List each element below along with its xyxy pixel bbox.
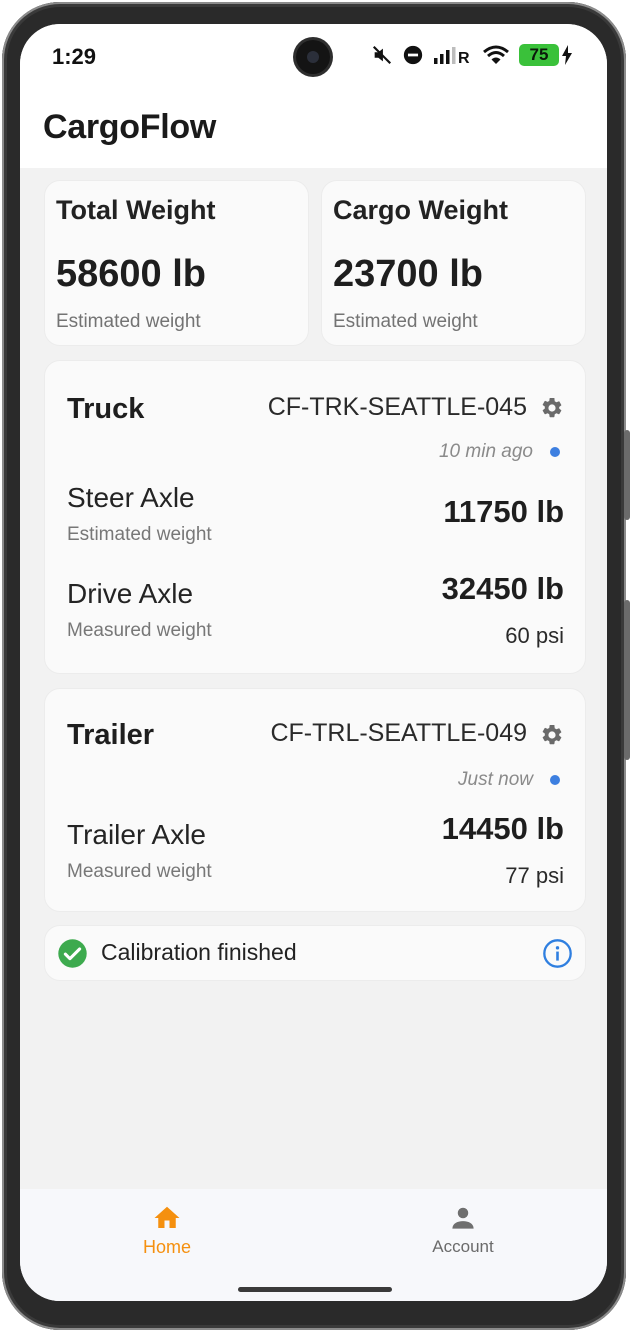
truck-id: CF-TRK-SEATTLE-045 — [267, 393, 527, 421]
total-weight-title: Total Weight — [56, 195, 216, 225]
nav-home-label: Home — [142, 1237, 191, 1257]
battery-level: 75 — [519, 44, 559, 66]
volume-button — [624, 430, 630, 520]
trailer-axle-pressure: 77 psi — [505, 863, 564, 888]
status-icons: R 75 — [371, 44, 573, 66]
drive-axle-subtitle: Measured weight — [67, 620, 212, 641]
nav-home[interactable]: Home — [107, 1203, 227, 1258]
cargo-weight-card: Cargo Weight 23700 lb Estimated weight — [321, 180, 586, 346]
front-camera — [296, 40, 330, 74]
trailer-axle-name: Trailer Axle — [67, 819, 207, 850]
charging-bolt-icon — [562, 45, 572, 65]
home-indicator[interactable] — [238, 1287, 392, 1292]
status-time: 1:29 — [52, 44, 97, 69]
total-weight-value: 58600 lb — [56, 253, 206, 295]
trailer-axle-subtitle: Measured weight — [67, 861, 212, 882]
check-circle-icon — [58, 939, 87, 968]
status-bar: 1:29 R 75 — [20, 24, 607, 94]
battery-icon: 75 — [519, 44, 573, 66]
mute-icon — [372, 45, 392, 65]
steer-axle-weight: 11750 lb — [443, 494, 564, 529]
svg-text:R: R — [458, 50, 470, 66]
cargo-weight-value: 23700 lb — [333, 253, 483, 295]
info-icon[interactable] — [542, 938, 573, 969]
screen: 1:29 R 75 CargoFlow Total Weight 58600 l… — [20, 24, 607, 1301]
steer-axle-name: Steer Axle — [67, 482, 195, 513]
trailer-status-dot — [550, 775, 560, 785]
signal-icon: R — [434, 47, 470, 66]
app-bar: CargoFlow — [20, 94, 607, 168]
power-button — [624, 600, 630, 760]
truck-updated-time: 10 min ago — [438, 441, 533, 462]
total-weight-card: Total Weight 58600 lb Estimated weight — [44, 180, 309, 346]
steer-axle-subtitle: Estimated weight — [67, 524, 212, 545]
bottom-navigation: Home Account — [20, 1189, 607, 1301]
drive-axle-pressure: 60 psi — [505, 623, 564, 648]
drive-axle-weight: 32450 lb — [441, 571, 564, 606]
trailer-title: Trailer — [67, 719, 155, 751]
trailer-axle-weight: 14450 lb — [441, 811, 564, 846]
gear-icon[interactable] — [540, 723, 564, 747]
gear-icon[interactable] — [540, 396, 564, 420]
dnd-icon — [403, 45, 423, 65]
wifi-icon — [483, 45, 509, 64]
account-icon — [452, 1207, 474, 1229]
app-title: CargoFlow — [43, 108, 216, 146]
trailer-card: Trailer CF-TRL-SEATTLE-049 Just now Trai… — [44, 688, 586, 912]
trailer-updated-time: Just now — [458, 769, 533, 790]
nav-account-label: Account — [432, 1237, 494, 1256]
home-icon — [154, 1206, 180, 1228]
total-weight-subtitle: Estimated weight — [56, 311, 201, 332]
truck-card: Truck CF-TRK-SEATTLE-045 10 min ago Stee… — [44, 360, 586, 674]
cargo-weight-title: Cargo Weight — [333, 195, 508, 225]
cargo-weight-subtitle: Estimated weight — [333, 311, 478, 332]
truck-status-dot — [550, 447, 560, 457]
calibration-banner: Calibration finished — [44, 925, 586, 981]
truck-title: Truck — [67, 393, 145, 425]
drive-axle-name: Drive Axle — [67, 578, 194, 609]
trailer-id: CF-TRL-SEATTLE-049 — [270, 719, 527, 747]
nav-account[interactable]: Account — [403, 1203, 523, 1257]
calibration-message: Calibration finished — [101, 939, 297, 965]
